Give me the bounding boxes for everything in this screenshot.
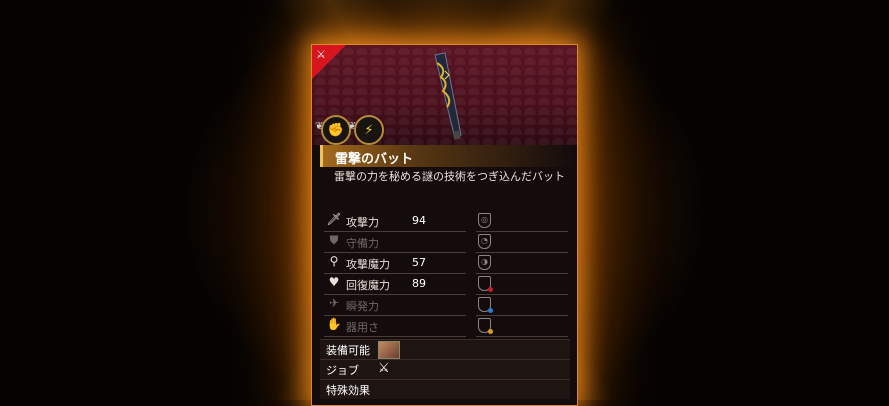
magic-wand-icon: ⚲	[329, 254, 339, 268]
stat-label: 攻撃魔力	[346, 258, 390, 271]
resistance-row: ◔	[476, 231, 568, 253]
stat-row-defense: ⛊ 守備力	[324, 231, 466, 253]
crossed-swords-icon: ⚔	[378, 361, 390, 376]
item-name: 雷撃のバット	[335, 152, 414, 167]
shield-icon: ⛊	[329, 233, 339, 247]
stat-value: 94	[412, 214, 426, 227]
resistance-row: ◑	[476, 252, 568, 274]
resistance-row	[476, 294, 568, 316]
heart-icon: ♥	[328, 275, 340, 289]
stat-label: 器用さ	[346, 321, 379, 334]
special-effect-section: 特殊効果	[320, 379, 570, 399]
equippable-label: 装備可能	[326, 344, 370, 357]
stat-value: 89	[412, 277, 426, 290]
resistance-row: ◎	[476, 210, 568, 232]
stat-row-magic-attack: ⚲ 攻撃魔力 57	[324, 252, 466, 274]
stat-label: 瞬発力	[346, 300, 379, 313]
job-label: ジョブ	[326, 364, 359, 377]
resist-fire-icon	[478, 276, 493, 292]
item-header: ⚔ ❦ ✊ ❦ ⚡	[312, 45, 577, 145]
resist-icon: ◔	[478, 234, 491, 249]
item-title-bar: 雷撃のバット	[320, 145, 573, 167]
stat-value: 57	[412, 256, 426, 269]
special-effect-label: 特殊効果	[326, 384, 370, 397]
stat-label: 回復魔力	[346, 279, 390, 292]
resist-icon: ◎	[478, 213, 491, 228]
stat-row-dexterity: ✋ 器用さ	[324, 315, 466, 337]
hand-icon: ✋	[326, 317, 342, 331]
sword-icon: 🗡	[326, 212, 342, 226]
stat-row-agility: ✈ 瞬発力	[324, 294, 466, 316]
resistance-row	[476, 273, 568, 295]
stat-label: 守備力	[346, 237, 379, 250]
item-detail-card: ⚔ ❦ ✊ ❦ ⚡ 雷撃のバット 雷撃の力を秘める謎の技術をつぎ込んだバット 🗡…	[311, 44, 578, 406]
bat-weapon-image	[434, 52, 462, 140]
stat-row-healing: ♥ 回復魔力 89	[324, 273, 466, 295]
character-portrait	[378, 341, 400, 359]
resistance-row	[476, 315, 568, 337]
equippable-section: 装備可能	[320, 339, 570, 359]
job-section: ジョブ ⚔	[320, 359, 570, 379]
stat-label: 攻撃力	[346, 216, 379, 229]
resist-water-icon	[478, 297, 493, 313]
resist-earth-icon	[478, 318, 493, 334]
resist-icon: ◑	[478, 255, 491, 270]
item-description: 雷撃の力を秘める謎の技術をつぎ込んだバット	[334, 170, 565, 183]
stat-row-attack: 🗡 攻撃力 94	[324, 210, 466, 232]
lightning-icon: ⚡	[354, 115, 384, 145]
weapon-category-icon: ⚔	[316, 48, 326, 61]
fist-icon: ✊	[321, 115, 351, 145]
running-icon: ✈	[328, 296, 340, 310]
